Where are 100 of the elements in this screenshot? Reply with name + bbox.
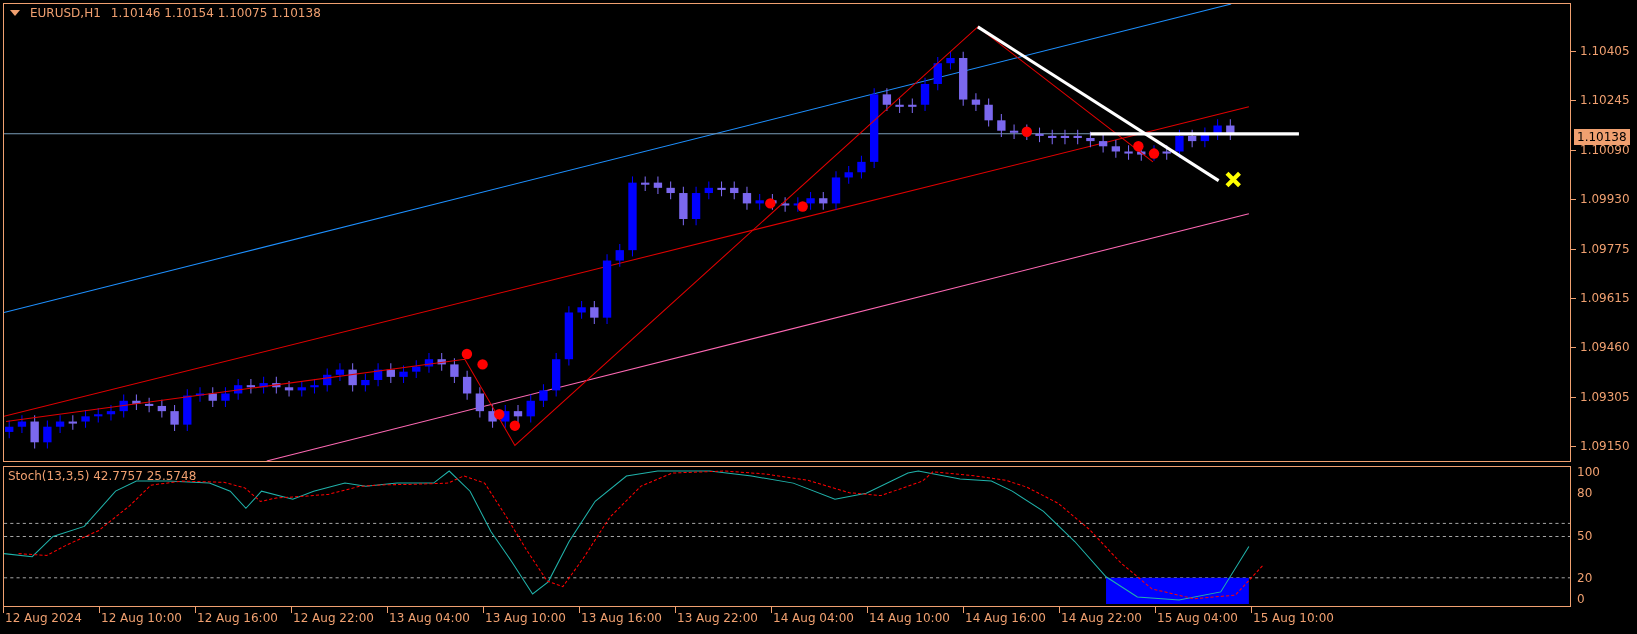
candlestick bbox=[908, 98, 917, 114]
candlestick bbox=[157, 399, 166, 418]
signal-dot bbox=[477, 359, 488, 370]
candlestick bbox=[1098, 134, 1108, 154]
candlestick bbox=[208, 386, 217, 408]
candlestick bbox=[730, 181, 739, 200]
candlestick bbox=[462, 370, 472, 401]
candlestick bbox=[831, 170, 841, 211]
candlestick bbox=[1060, 129, 1070, 145]
current-price-label: 1.10138 bbox=[1574, 129, 1630, 145]
indicator-level-label: 80 bbox=[1577, 486, 1593, 500]
indicator-label: Stoch(13,3,5) 42.7757 25.5748 bbox=[8, 469, 197, 483]
signal-dot bbox=[509, 420, 521, 431]
candlestick bbox=[1111, 139, 1120, 159]
candlestick bbox=[373, 362, 383, 387]
candlestick bbox=[679, 186, 688, 226]
candlestick bbox=[259, 376, 268, 394]
candlestick bbox=[666, 181, 675, 200]
time-axis-label: 13 Aug 16:00 bbox=[581, 612, 662, 624]
candlestick bbox=[1200, 127, 1210, 148]
candlestick bbox=[526, 394, 535, 424]
symbol-label: EURUSD,H1 bbox=[30, 6, 101, 20]
time-axis-label: 15 Aug 04:00 bbox=[1157, 612, 1238, 624]
price-axis-label: 1.10245 bbox=[1571, 76, 1637, 126]
candlestick bbox=[297, 380, 306, 398]
candlestick bbox=[641, 175, 650, 192]
signal-dot bbox=[1148, 148, 1160, 159]
time-axis-label: 14 Aug 16:00 bbox=[965, 612, 1046, 624]
candlestick bbox=[513, 404, 523, 424]
candlestick bbox=[1188, 129, 1197, 148]
candlestick bbox=[882, 87, 892, 112]
time-axis-label: 12 Aug 22:00 bbox=[293, 612, 374, 624]
candlestick bbox=[895, 98, 904, 114]
candlestick bbox=[971, 92, 981, 112]
candlestick bbox=[1009, 123, 1019, 140]
candlestick bbox=[819, 191, 828, 211]
candlestick bbox=[94, 407, 103, 424]
price-axis-label: 1.10405 bbox=[1571, 27, 1637, 77]
candlestick bbox=[183, 388, 192, 432]
candlestick bbox=[844, 165, 853, 185]
candlestick bbox=[806, 191, 815, 211]
candlestick bbox=[55, 414, 65, 434]
price-axis-label: 1.09930 bbox=[1571, 175, 1637, 225]
signal-dot bbox=[765, 198, 776, 209]
candlestick bbox=[742, 186, 752, 211]
candlestick bbox=[17, 414, 27, 434]
candlestick bbox=[577, 300, 586, 320]
time-axis-label: 15 Aug 10:00 bbox=[1253, 612, 1334, 624]
candlestick bbox=[1048, 129, 1057, 145]
candlestick bbox=[335, 362, 345, 382]
candlestick bbox=[234, 378, 243, 401]
candlestick bbox=[602, 253, 612, 325]
ohlc-values: 1.10146 1.10154 1.10075 1.10138 bbox=[110, 6, 321, 20]
candlestick bbox=[323, 368, 332, 392]
candlestick bbox=[959, 51, 968, 107]
candlestick bbox=[1124, 144, 1133, 161]
candlestick bbox=[30, 414, 39, 450]
candlestick bbox=[272, 376, 281, 394]
candlestick bbox=[475, 386, 484, 418]
time-axis-label: 14 Aug 10:00 bbox=[869, 612, 950, 624]
cross-marker-icon bbox=[1224, 171, 1242, 188]
candlestick bbox=[399, 364, 408, 384]
candlestick bbox=[43, 419, 52, 450]
candlestick bbox=[653, 175, 663, 195]
candlestick bbox=[1175, 129, 1184, 159]
price-axis-label: 1.09775 bbox=[1571, 224, 1637, 274]
candlestick bbox=[68, 414, 77, 431]
candlestick bbox=[81, 409, 90, 429]
time-axis-label: 13 Aug 04:00 bbox=[389, 612, 470, 624]
candlestick bbox=[552, 352, 561, 398]
time-axis-label: 12 Aug 16:00 bbox=[197, 612, 278, 624]
signal-dot bbox=[1021, 126, 1032, 137]
candlestick bbox=[1226, 118, 1235, 141]
candlestick bbox=[361, 373, 370, 392]
candlestick bbox=[717, 181, 726, 197]
dropdown-triangle-icon[interactable] bbox=[10, 10, 20, 16]
candlestick bbox=[946, 51, 955, 70]
candlestick bbox=[780, 196, 790, 213]
candlestick bbox=[144, 397, 154, 413]
candlestick bbox=[590, 300, 599, 325]
candlestick bbox=[920, 77, 930, 112]
candlestick bbox=[437, 352, 446, 372]
candlestick bbox=[170, 404, 179, 432]
price-axis-label: 1.09615 bbox=[1571, 273, 1637, 324]
indicator-level-label: 20 bbox=[1577, 571, 1593, 585]
indicator-level-label: 100 bbox=[1577, 465, 1600, 479]
candlestick bbox=[412, 359, 421, 379]
time-axis-label: 13 Aug 10:00 bbox=[485, 612, 566, 624]
candlestick bbox=[984, 98, 993, 128]
candlestick bbox=[755, 193, 764, 211]
candlestick bbox=[106, 404, 116, 421]
indicator-level-label: 50 bbox=[1577, 529, 1593, 543]
candlestick bbox=[857, 155, 866, 179]
candlestick bbox=[5, 419, 14, 439]
price-axis-label: 1.09460 bbox=[1571, 323, 1637, 373]
candlestick bbox=[704, 181, 713, 200]
candlestick bbox=[424, 352, 434, 374]
candlestick bbox=[284, 380, 294, 398]
candlestick bbox=[310, 378, 319, 394]
signal-dot bbox=[1133, 141, 1144, 152]
